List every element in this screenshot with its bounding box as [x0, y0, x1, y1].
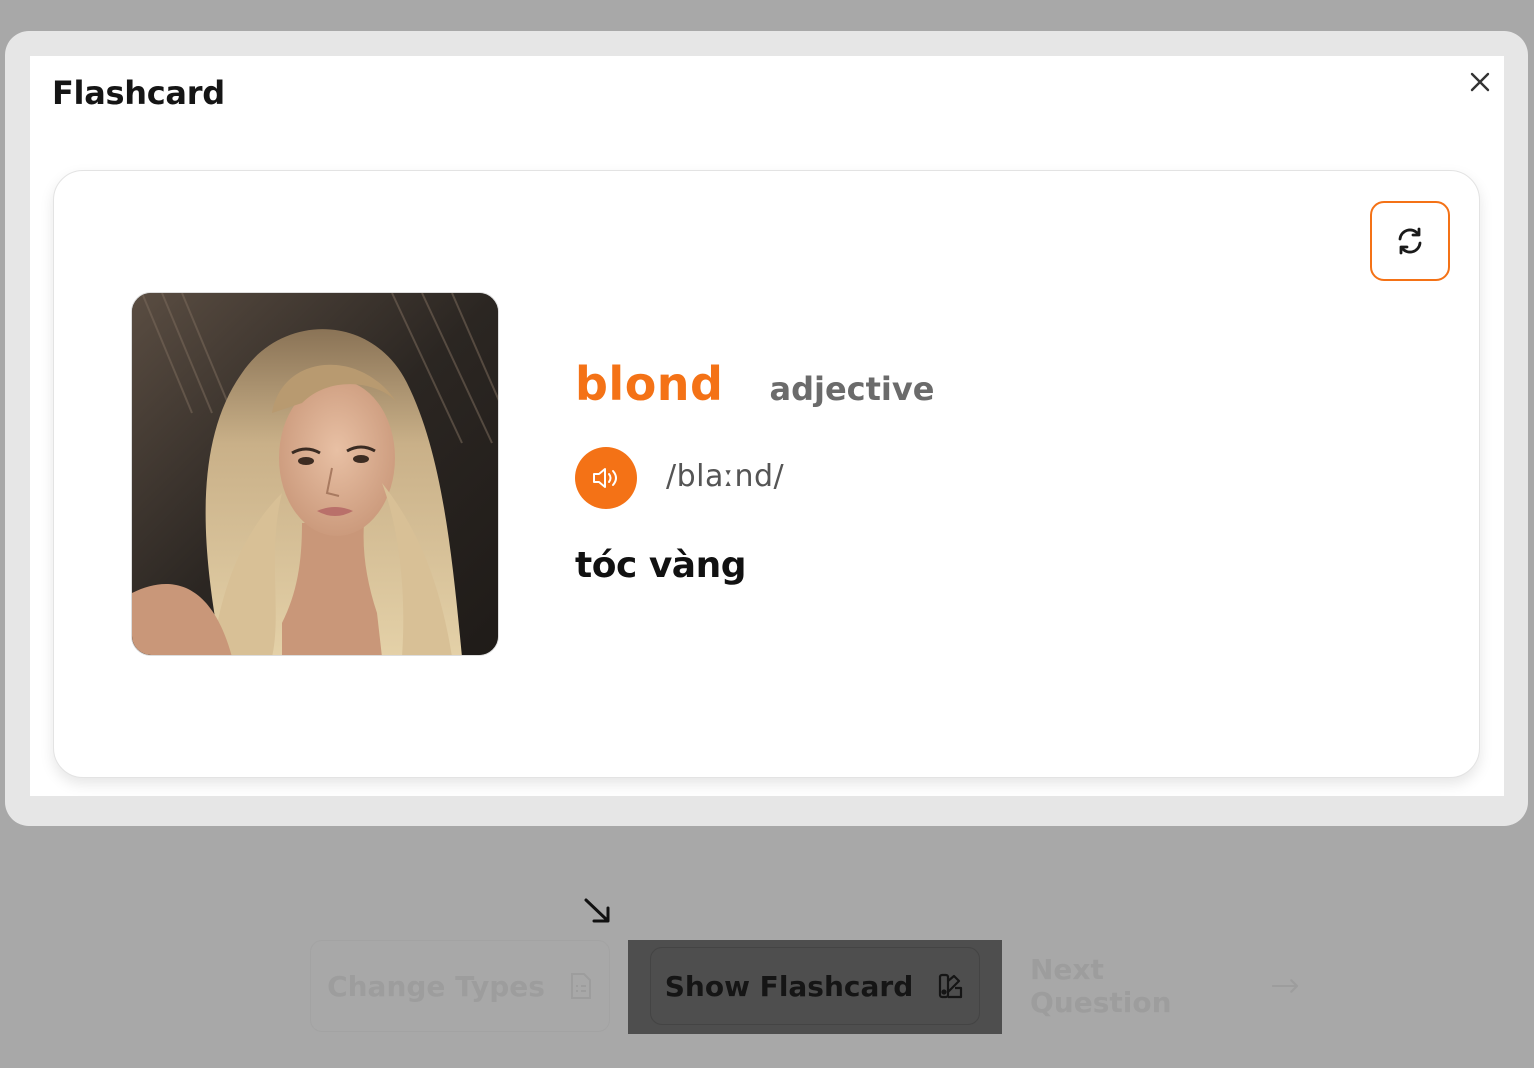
show-flashcard-button[interactable]: Show Flashcard [650, 947, 980, 1025]
change-types-button[interactable]: Change Types [310, 940, 610, 1032]
flashcard-modal: Flashcard blond adjective /blaːnd/ tóc v… [30, 56, 1504, 796]
next-question-label: Next Question [1030, 953, 1172, 1019]
close-button[interactable] [1462, 64, 1498, 100]
portrait-image [132, 293, 498, 655]
flip-card-button[interactable] [1370, 201, 1450, 281]
word-image [131, 292, 499, 656]
refresh-icon [1398, 227, 1422, 255]
speaker-icon [593, 468, 617, 488]
close-icon [1470, 72, 1490, 92]
arrow-right-icon [1271, 979, 1299, 993]
phonetic-transcription: /blaːnd/ [666, 459, 785, 494]
word-meaning: tóc vàng [575, 545, 746, 586]
swatch-book-icon [939, 973, 963, 999]
next-question-button[interactable]: Next Question [1030, 940, 1300, 1032]
show-flashcard-label: Show Flashcard [664, 969, 914, 1003]
modal-title: Flashcard [52, 74, 225, 112]
part-of-speech: adjective [769, 370, 935, 408]
vocab-word: blond [575, 357, 724, 411]
flashcard: blond adjective /blaːnd/ tóc vàng [53, 170, 1480, 778]
change-types-label: Change Types [327, 969, 545, 1003]
arrow-down-right-icon [584, 898, 610, 923]
document-list-icon [570, 973, 591, 999]
play-audio-button[interactable] [575, 447, 637, 509]
word-row: blond adjective [575, 357, 934, 411]
